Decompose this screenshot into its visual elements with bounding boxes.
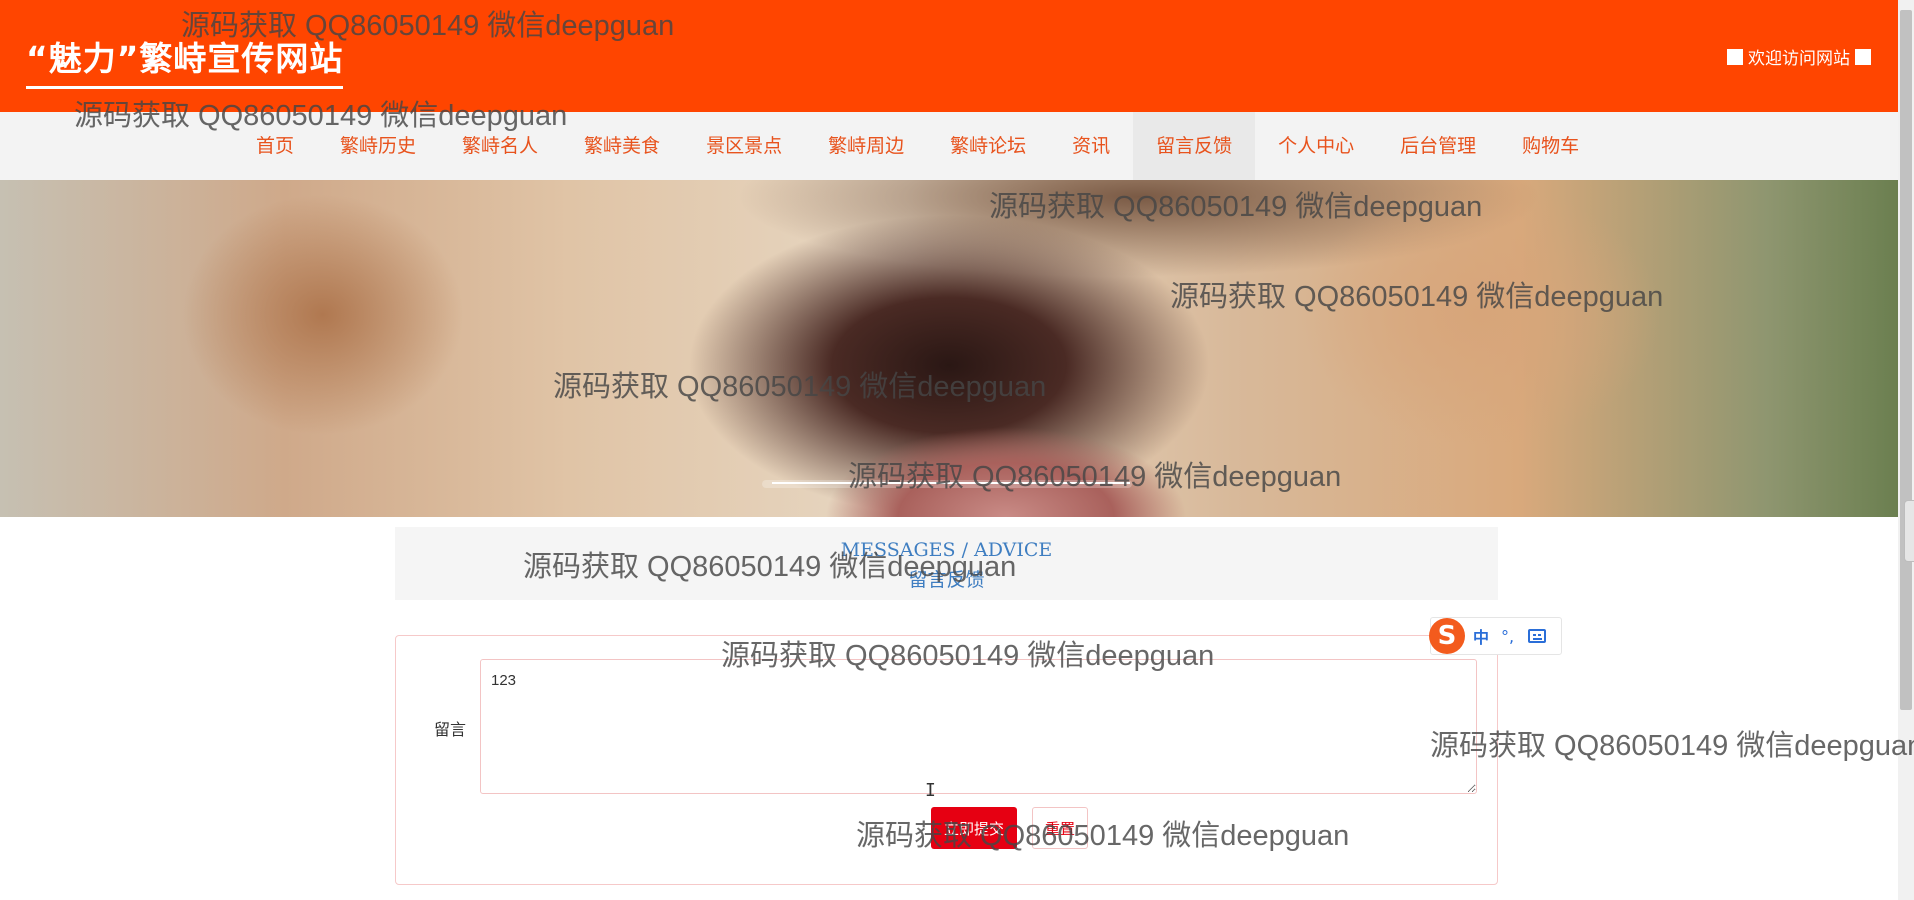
nav-item-feedback[interactable]: 留言反馈 [1133,112,1256,180]
message-label: 留言 [434,720,467,739]
keyboard-icon[interactable] [1528,629,1547,643]
text-cursor-icon: I [925,780,936,801]
square-icon [1855,48,1871,65]
ime-punctuation-toggle[interactable]: °, [1501,627,1514,646]
nav-item-forum[interactable]: 繁峙论坛 [927,112,1049,180]
square-icon [1727,48,1743,65]
nav-item-history[interactable]: 繁峙历史 [317,112,439,180]
nav-item-celebrities[interactable]: 繁峙名人 [439,112,561,180]
scroll-thumb[interactable] [1900,10,1912,710]
message-textarea[interactable]: 123 [480,659,1477,794]
ime-language-toggle[interactable]: 中 [1473,624,1489,648]
welcome-banner: 欢迎访问网站 [1722,44,1876,69]
page: “魅力”繁峙宣传网站 欢迎访问网站 首页 繁峙历史 繁峙名人 繁峙美食 景区景点… [0,0,1914,900]
submit-button[interactable]: 立即提交 [931,807,1017,849]
nav-item-news[interactable]: 资讯 [1049,112,1133,180]
nav-item-admin[interactable]: 后台管理 [1377,112,1499,180]
page-scrollbar[interactable] [1898,0,1914,900]
section-title-en: MESSAGES / ADVICE [840,539,1053,561]
welcome-text: 欢迎访问网站 [1748,49,1850,69]
nav-item-cart[interactable]: 购物车 [1499,112,1602,180]
nav-item-home[interactable]: 首页 [233,112,317,180]
carousel-indicator[interactable] [772,482,1130,484]
nav-item-profile[interactable]: 个人中心 [1255,112,1377,180]
nav-list: 首页 繁峙历史 繁峙名人 繁峙美食 景区景点 繁峙周边 繁峙论坛 资讯 留言反馈… [233,112,1602,180]
section-heading: MESSAGES / ADVICE 留言反馈 [395,527,1498,600]
main-nav: 首页 繁峙历史 繁峙名人 繁峙美食 景区景点 繁峙周边 繁峙论坛 资讯 留言反馈… [0,112,1898,180]
site-title[interactable]: “魅力”繁峙宣传网站 [26,32,344,89]
section-title-cn: 留言反馈 [908,569,985,591]
nav-item-surroundings[interactable]: 繁峙周边 [805,112,927,180]
feedback-form: 留言 123 立即提交 重置 [395,635,1498,885]
sogou-logo-icon[interactable]: S [1429,618,1465,654]
watermark: 源码获取 QQ86050149 微信deepguan [1430,730,1914,762]
ime-toolbar[interactable]: S 中 °, [1429,617,1562,655]
banner-image [0,180,1898,517]
nav-item-food[interactable]: 繁峙美食 [561,112,683,180]
side-tab[interactable] [1904,500,1914,562]
site-header: “魅力”繁峙宣传网站 欢迎访问网站 [0,0,1898,112]
nav-item-attractions[interactable]: 景区景点 [683,112,805,180]
reset-button[interactable]: 重置 [1032,807,1088,849]
